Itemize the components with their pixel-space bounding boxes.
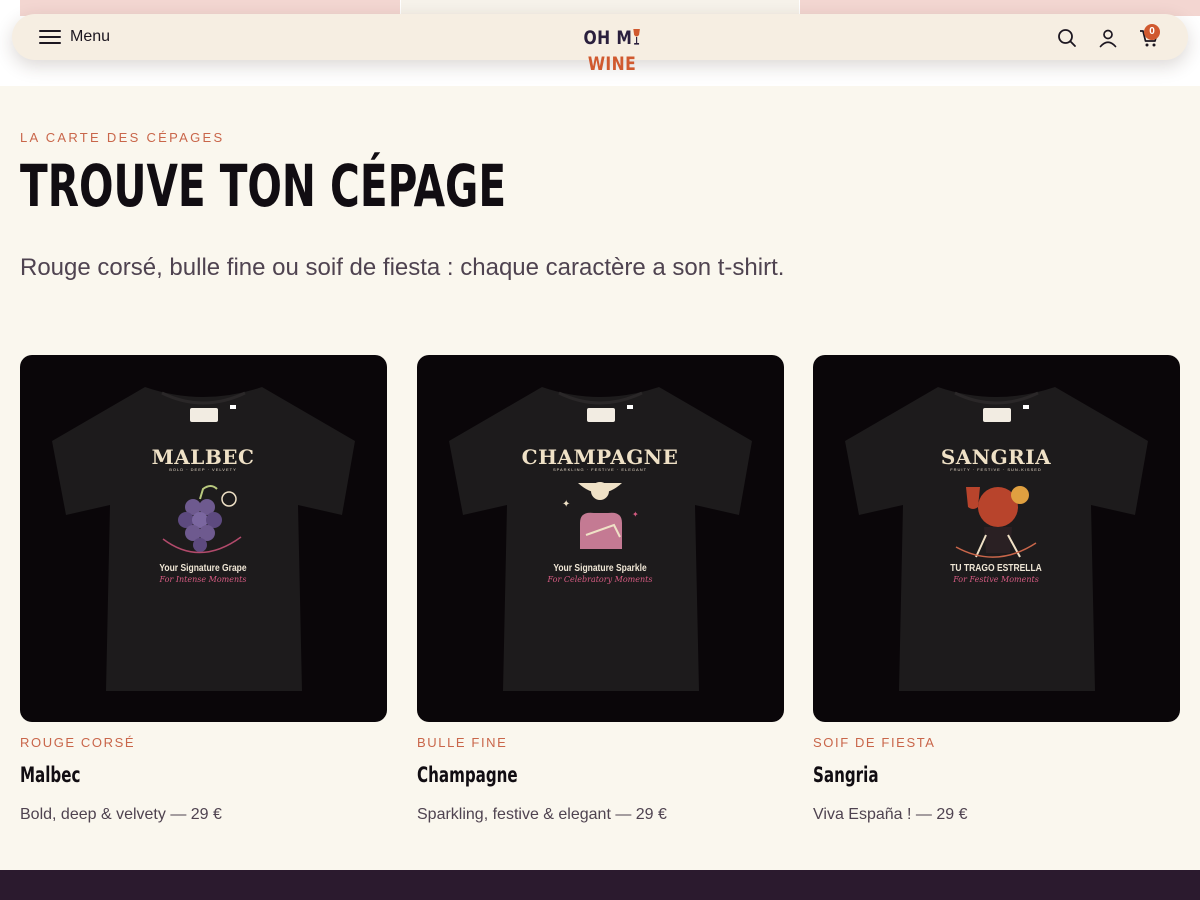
product-name[interactable]: Sangria — [813, 763, 1077, 789]
section-eyebrow: LA CARTE DES CÉPAGES — [20, 130, 225, 145]
product-description: Viva España ! — 29 € — [813, 806, 968, 823]
product-card[interactable]: CHAMPAGNE SPARKLING · FESTIVE · ELEGANT … — [417, 355, 784, 824]
search-button[interactable] — [1056, 27, 1078, 49]
design-tagline: Your Signature Grape — [159, 563, 247, 574]
product-image[interactable]: CHAMPAGNE SPARKLING · FESTIVE · ELEGANT … — [417, 355, 784, 722]
brand-label — [983, 405, 1029, 422]
design-title: MALBEC — [151, 445, 255, 469]
product-description: Bold, deep & velvety — 29 € — [20, 806, 222, 823]
site-logo[interactable]: OH MWINE — [563, 25, 661, 75]
champagne-glass-illustration-icon: ✦✦ — [562, 482, 639, 549]
product-image[interactable]: SANGRIA FRUITY · FESTIVE · SUN-KISSED TU… — [813, 355, 1180, 722]
design-tagline: TU TRAGO ESTRELLA — [950, 563, 1042, 574]
product-category: BULLE FINE — [417, 735, 508, 750]
account-button[interactable] — [1097, 27, 1119, 49]
user-icon — [1099, 29, 1117, 48]
design-title: SANGRIA — [940, 445, 1052, 469]
grape-illustration-icon — [162, 485, 242, 554]
brand-label — [587, 405, 633, 422]
product-card[interactable]: MALBEC BOLD · DEEP · VELVETY Your Signat… — [20, 355, 387, 824]
section-intro: Rouge corsé, bulle fine ou soif de fiest… — [20, 254, 785, 281]
footer-band — [0, 870, 1200, 900]
product-category: SOIF DE FIESTA — [813, 735, 936, 750]
menu-label: Menu — [70, 28, 111, 45]
design-subtitle: FRUITY · FESTIVE · SUN-KISSED — [950, 467, 1042, 472]
cart-count-badge: 0 — [1144, 24, 1160, 40]
product-card[interactable]: SANGRIA FRUITY · FESTIVE · SUN-KISSED TU… — [813, 355, 1180, 824]
site-header: Menu OH MWINE 0 — [12, 14, 1188, 75]
menu-button[interactable]: Menu — [39, 25, 110, 49]
design-tagline-secondary: For Festive Moments — [953, 575, 1039, 584]
brand-label — [190, 405, 236, 422]
wine-glass-logo-icon — [633, 29, 640, 45]
product-name[interactable]: Malbec — [20, 763, 284, 789]
design-subtitle: BOLD · DEEP · VELVETY — [169, 467, 237, 472]
product-name[interactable]: Champagne — [417, 763, 681, 789]
design-tagline-secondary: For Intense Moments — [159, 575, 247, 584]
design-subtitle: SPARKLING · FESTIVE · ELEGANT — [552, 467, 648, 472]
design-tagline: Your Signature Sparkle — [553, 563, 647, 574]
design-tagline-secondary: For Celebratory Moments — [547, 575, 653, 584]
product-description: Sparkling, festive & elegant — 29 € — [417, 806, 667, 823]
sangria-character-illustration-icon — [955, 486, 1037, 558]
search-icon — [1058, 29, 1076, 47]
product-image[interactable]: MALBEC BOLD · DEEP · VELVETY Your Signat… — [20, 355, 387, 722]
product-category: ROUGE CORSÉ — [20, 735, 136, 750]
hamburger-icon — [39, 29, 61, 45]
svg-text:✦: ✦ — [632, 510, 639, 519]
svg-text:✦: ✦ — [562, 499, 570, 510]
design-title: CHAMPAGNE — [521, 445, 679, 469]
section-title: TROUVE TON CÉPAGE — [20, 152, 507, 220]
